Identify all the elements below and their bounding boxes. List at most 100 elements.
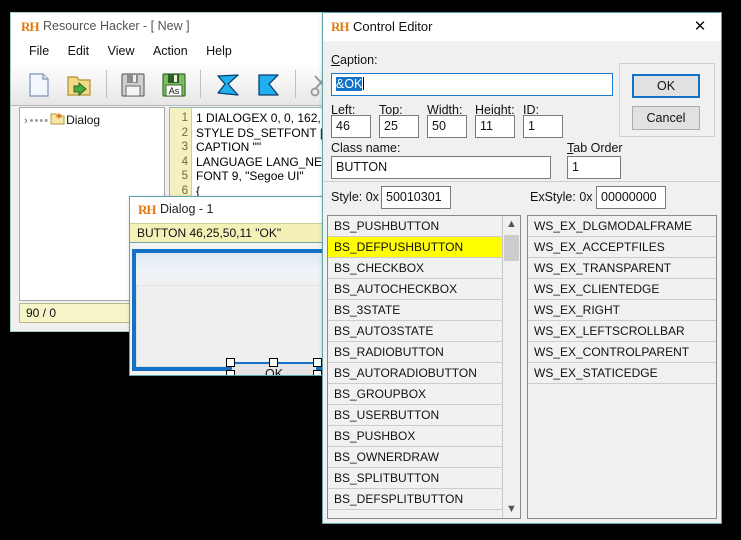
caption-label: Caption: — [331, 53, 378, 67]
selected-ok-control[interactable]: OK — [230, 362, 318, 376]
style-flag-item[interactable]: BS_DEFSPLITBUTTON — [328, 489, 502, 510]
exstyle-input[interactable]: 00000000 — [596, 186, 666, 209]
svg-text:As: As — [169, 86, 180, 96]
style-flag-item[interactable]: BS_PUSHBUTTON — [328, 216, 502, 237]
style-flag-item[interactable]: BS_OWNERDRAW — [328, 447, 502, 468]
dialog-canvas[interactable]: OK — [132, 249, 332, 371]
style-flags-list-items: BS_PUSHBUTTON BS_DEFPUSHBUTTON BS_CHECKB… — [328, 216, 502, 518]
control-editor-titlebar: RH Control Editor ✕ — [323, 13, 721, 41]
tree-item-dialog[interactable]: ›•••• Dialog — [20, 108, 164, 131]
style-flag-item[interactable]: BS_3STATE — [328, 300, 502, 321]
style-flag-item[interactable]: BS_AUTORADIOBUTTON — [328, 363, 502, 384]
exstyle-flag-item[interactable]: WS_EX_CLIENTEDGE — [528, 279, 716, 300]
toolbar-separator — [291, 65, 300, 103]
style-label-text: Style: 0x — [331, 190, 379, 204]
style-flag-item-selected[interactable]: BS_DEFPUSHBUTTON — [328, 237, 502, 258]
ok-button-label: OK — [657, 79, 675, 93]
line-number: 5 — [170, 169, 191, 184]
height-input-value: 11 — [480, 119, 493, 133]
exstyle-label: ExStyle: 0x — [530, 190, 593, 204]
exstyle-flag-item[interactable]: WS_EX_TRANSPARENT — [528, 258, 716, 279]
style-label: Style: 0x — [331, 190, 379, 204]
id-input-value: 1 — [528, 119, 535, 133]
compile-button[interactable] — [210, 65, 246, 103]
style-flag-item[interactable]: BS_CHECKBOX — [328, 258, 502, 279]
open-file-button[interactable] — [61, 65, 97, 103]
blue-flag-icon — [254, 71, 282, 99]
exstyle-flag-item[interactable]: WS_EX_LEFTSCROLLBAR — [528, 321, 716, 342]
control-editor-window: RH Control Editor ✕ Caption: &OK Left: 4… — [322, 12, 722, 524]
caption-input-value: &OK — [336, 77, 362, 91]
dialog-window-title: Dialog - 1 — [160, 202, 214, 216]
main-window-title: Resource Hacker - [ New ] — [43, 19, 190, 33]
chevron-right-icon[interactable]: › — [24, 115, 28, 127]
style-flag-item[interactable]: BS_PUSHBOX — [328, 426, 502, 447]
left-input-value: 46 — [336, 119, 350, 133]
style-flag-item[interactable]: BS_GROUPBOX — [328, 384, 502, 405]
id-input[interactable]: 1 — [523, 115, 563, 138]
left-input[interactable]: 46 — [331, 115, 371, 138]
dialog-info-bar: BUTTON 46,25,50,11 "OK" — [130, 223, 331, 243]
style-flag-item[interactable]: BS_AUTOCHECKBOX — [328, 279, 502, 300]
line-number: 4 — [170, 155, 191, 170]
chevron-down-icon[interactable]: ▼ — [503, 501, 520, 518]
height-input[interactable]: 11 — [475, 115, 515, 138]
style-flag-item[interactable]: BS_SPLITBUTTON — [328, 468, 502, 489]
control-editor-title: Control Editor — [353, 19, 432, 34]
toolbar-separator — [102, 65, 111, 103]
exstyle-flag-item[interactable]: WS_EX_STATICEDGE — [528, 363, 716, 384]
menu-help[interactable]: Help — [200, 41, 240, 61]
resize-handle-nw[interactable] — [226, 358, 235, 367]
style-flags-list[interactable]: BS_PUSHBUTTON BS_DEFPUSHBUTTON BS_CHECKB… — [327, 215, 521, 519]
control-info-text: BUTTON 46,25,50,11 "OK" — [137, 226, 281, 240]
tab-order-input[interactable]: 1 — [567, 156, 621, 179]
menu-view[interactable]: View — [102, 41, 143, 61]
style-flag-item[interactable]: BS_AUTO3STATE — [328, 321, 502, 342]
tab-order-label-text: ab Order — [573, 141, 622, 155]
resize-handle-w[interactable] — [226, 370, 235, 376]
style-flag-item[interactable]: BS_USERBUTTON — [328, 405, 502, 426]
cancel-button-label: Cancel — [647, 111, 686, 125]
caption-input[interactable]: &OK — [331, 73, 613, 96]
top-input[interactable]: 25 — [379, 115, 419, 138]
line-number: 1 — [170, 111, 191, 126]
rh-logo-icon: RH — [21, 19, 37, 34]
floppy-save-as-icon: As — [160, 71, 188, 99]
resize-handle-n[interactable] — [269, 358, 278, 367]
exstyle-flags-list[interactable]: WS_EX_DLGMODALFRAME WS_EX_ACCEPTFILES WS… — [527, 215, 717, 519]
class-name-label-text: Class name: — [331, 141, 400, 155]
caption-label-text: aption: — [340, 53, 378, 67]
style-input[interactable]: 50010301 — [381, 186, 451, 209]
menu-file[interactable]: File — [23, 41, 57, 61]
open-folder-icon — [65, 71, 93, 99]
exstyle-flag-item[interactable]: WS_EX_DLGMODALFRAME — [528, 216, 716, 237]
chevron-up-icon[interactable]: ▲ — [503, 216, 520, 233]
dialog-preview-window: RH Dialog - 1 BUTTON 46,25,50,11 "OK" OK — [129, 196, 332, 376]
toolbar-separator — [196, 65, 205, 103]
dialog-caption-strip — [136, 253, 332, 286]
resize-handle-ne[interactable] — [313, 358, 322, 367]
tree-connector: •••• — [30, 115, 49, 127]
tree-item-label: Dialog — [66, 113, 100, 127]
dialog-client-area[interactable]: OK — [136, 286, 332, 367]
ok-button[interactable]: OK — [632, 74, 700, 98]
run-button[interactable] — [250, 65, 286, 103]
save-button[interactable] — [115, 65, 151, 103]
width-input[interactable]: 50 — [427, 115, 467, 138]
class-name-input[interactable]: BUTTON — [331, 156, 551, 179]
cancel-button[interactable]: Cancel — [632, 106, 700, 130]
new-file-button[interactable] — [21, 65, 57, 103]
exstyle-flag-item[interactable]: WS_EX_RIGHT — [528, 300, 716, 321]
menu-edit[interactable]: Edit — [62, 41, 98, 61]
resize-handle-e[interactable] — [313, 370, 322, 376]
style-flag-item[interactable]: BS_RADIOBUTTON — [328, 342, 502, 363]
exstyle-flag-item[interactable]: WS_EX_CONTROLPARENT — [528, 342, 716, 363]
style-list-scrollbar[interactable]: ▲ ▼ — [502, 216, 520, 518]
exstyle-flag-item[interactable]: WS_EX_ACCEPTFILES — [528, 237, 716, 258]
save-as-button[interactable]: As — [156, 65, 192, 103]
exstyle-flags-list-items: WS_EX_DLGMODALFRAME WS_EX_ACCEPTFILES WS… — [528, 216, 716, 518]
close-icon[interactable]: ✕ — [685, 16, 715, 38]
exstyle-label-text: ExStyle: 0x — [530, 190, 593, 204]
scrollbar-thumb[interactable] — [504, 235, 519, 261]
menu-action[interactable]: Action — [147, 41, 196, 61]
